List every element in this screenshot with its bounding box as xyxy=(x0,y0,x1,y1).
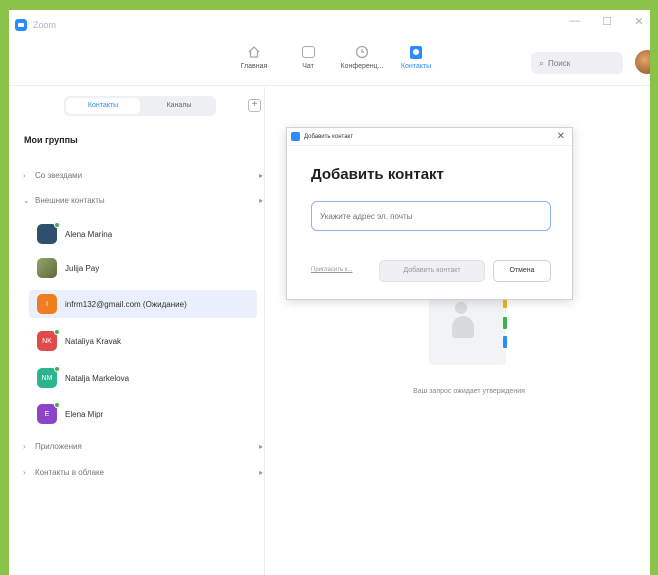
decor-bar-blue xyxy=(503,336,507,348)
online-status-icon xyxy=(54,222,60,228)
chevron-down-icon: ⌄ xyxy=(23,195,30,205)
empty-state-text: Ваш запрос ожидает утверждения xyxy=(413,388,525,395)
avatar-initials: NM xyxy=(41,374,53,382)
avatar: NM xyxy=(37,366,60,388)
dialog-title-bar: Добавить контакт xyxy=(287,128,572,146)
window-controls: — ☐ ✕ xyxy=(568,15,646,28)
group-apps[interactable]: › Приложения ▸ xyxy=(23,438,263,454)
segment-control: Контакты Каналы xyxy=(64,96,216,116)
list-item[interactable]: NK Nataliya Kravak xyxy=(29,327,257,355)
group-cloud[interactable]: › Контакты в облаке ▸ xyxy=(23,464,263,480)
add-contact-button[interactable]: + xyxy=(248,99,261,112)
clock-icon xyxy=(353,43,371,61)
chevron-right-icon: › xyxy=(23,441,26,451)
avatar xyxy=(37,258,57,278)
maximize-icon[interactable]: ☐ xyxy=(600,15,614,28)
dialog-heading: Добавить контакт xyxy=(311,166,444,183)
add-contact-dialog: Добавить контакт ✕ Добавить контакт Приг… xyxy=(286,127,573,300)
tab-chat-label: Чат xyxy=(302,63,314,70)
tab-contacts[interactable]: Контакты xyxy=(390,43,442,70)
list-item[interactable]: NM Natalja Markelova xyxy=(29,364,257,392)
close-icon[interactable]: ✕ xyxy=(557,131,565,142)
add-contact-button[interactable]: Добавить контакт xyxy=(379,260,485,282)
list-item[interactable]: Julija Pay xyxy=(29,254,257,282)
tab-meetings[interactable]: Конференц... xyxy=(336,43,388,70)
online-status-icon xyxy=(54,402,60,408)
avatar: NK xyxy=(37,329,60,351)
expand-icon: ▸ xyxy=(258,441,263,451)
window-title: Zoom xyxy=(33,20,57,30)
zoom-window: Zoom — ☐ ✕ Главная Чат Конференц... Конт… xyxy=(9,10,650,575)
expand-icon: ▸ xyxy=(258,467,263,477)
tab-home[interactable]: Главная xyxy=(228,43,280,70)
search-icon: ⌕ xyxy=(539,57,545,68)
zoom-logo-icon xyxy=(291,132,300,141)
contact-name: Julija Pay xyxy=(65,263,100,273)
contact-name: Alena Marina xyxy=(65,229,113,239)
title-bar: Zoom — ☐ ✕ xyxy=(9,10,650,40)
close-icon[interactable]: ✕ xyxy=(632,15,646,28)
empty-state-person-icon xyxy=(452,316,474,338)
online-status-icon xyxy=(54,366,60,372)
contact-name: Nataliya Kravak xyxy=(65,336,122,346)
cancel-button[interactable]: Отмена xyxy=(493,260,551,282)
minimize-icon[interactable]: — xyxy=(568,15,582,28)
dialog-window-title: Добавить контакт xyxy=(304,133,353,140)
avatar[interactable] xyxy=(635,50,650,74)
search-placeholder: Поиск xyxy=(548,58,571,68)
tab-meetings-label: Конференц... xyxy=(340,63,384,70)
zoom-logo-icon xyxy=(15,19,27,31)
segment-contacts[interactable]: Контакты xyxy=(66,98,140,114)
group-label: Приложения xyxy=(35,441,82,451)
list-item[interactable]: Alena Marina xyxy=(29,220,257,248)
contacts-icon xyxy=(407,43,425,61)
avatar-initials: NK xyxy=(42,337,52,345)
search-input[interactable]: ⌕ Поиск xyxy=(531,52,623,74)
chevron-right-icon: › xyxy=(23,170,26,180)
expand-icon: ▸ xyxy=(258,195,263,205)
home-icon xyxy=(245,43,263,61)
contact-name: Natalja Markelova xyxy=(65,373,130,383)
online-status-icon xyxy=(54,329,60,335)
avatar: I xyxy=(37,294,57,314)
list-item[interactable]: E Elena Mipr xyxy=(29,400,257,428)
groups-title: Мои группы xyxy=(24,135,78,145)
decor-bar-green xyxy=(503,317,507,329)
avatar xyxy=(37,222,60,244)
email-field[interactable] xyxy=(311,201,551,231)
group-label: Внешние контакты xyxy=(35,195,105,205)
empty-state-illustration-dot xyxy=(455,302,467,314)
main-toolbar: Главная Чат Конференц... Контакты ⌕ Поис… xyxy=(9,40,650,86)
avatar-initials: E xyxy=(44,410,50,418)
contacts-sidebar: Контакты Каналы + Мои группы › Со звезда… xyxy=(9,87,265,575)
chevron-right-icon: › xyxy=(23,467,26,477)
invite-link[interactable]: Пригласить к... xyxy=(311,267,352,273)
expand-icon: ▸ xyxy=(258,170,263,180)
segment-channels[interactable]: Каналы xyxy=(142,96,216,116)
group-label: Контакты в облаке xyxy=(35,467,105,477)
contact-name: infrm132@gmail.com (Ожидание) xyxy=(65,299,187,309)
group-label: Со звездами xyxy=(35,170,83,180)
tab-home-label: Главная xyxy=(240,63,268,70)
tab-contacts-label: Контакты xyxy=(400,63,432,70)
tab-chat[interactable]: Чат xyxy=(282,43,334,70)
group-external[interactable]: ⌄ Внешние контакты ▸ xyxy=(23,192,263,208)
decor-bar-yellow xyxy=(503,300,507,308)
chat-icon xyxy=(299,43,317,61)
group-starred[interactable]: › Со звездами ▸ xyxy=(23,167,263,183)
contact-name: Elena Mipr xyxy=(65,409,104,419)
avatar: E xyxy=(37,402,60,424)
list-item[interactable]: I infrm132@gmail.com (Ожидание) xyxy=(29,290,257,318)
